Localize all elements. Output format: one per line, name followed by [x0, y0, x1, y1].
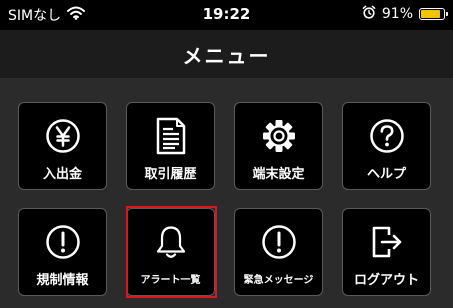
menu-item-logout[interactable]: ログアウト	[342, 208, 431, 296]
menu-item-regulation-info[interactable]: 規制情報	[18, 208, 107, 296]
menu-item-emergency-message[interactable]: 緊急メッセージ	[234, 208, 323, 296]
logout-icon	[367, 223, 407, 261]
menu-item-help[interactable]: ヘルプ	[342, 102, 431, 190]
alarm-icon	[362, 5, 376, 23]
bell-icon	[151, 223, 191, 261]
menu-item-label: 端末設定	[252, 167, 305, 182]
exclamation-icon	[259, 223, 299, 261]
yen-icon	[43, 117, 83, 155]
menu-item-label: アラート一覧	[140, 275, 201, 286]
status-right: 91%	[362, 5, 448, 23]
menu-item-label: 緊急メッセージ	[243, 275, 314, 286]
battery-icon	[419, 8, 448, 20]
menu-item-label: 取引履歴	[144, 167, 197, 182]
menu-item-label: 規制情報	[36, 273, 89, 288]
nav-bar: メニュー	[0, 30, 453, 78]
document-icon	[151, 117, 191, 155]
menu-item-label: ヘルプ	[366, 167, 406, 182]
menu-item-label: ログアウト	[353, 273, 419, 288]
menu-item-deposit-withdraw[interactable]: 入出金	[18, 102, 107, 190]
battery-percent: 91%	[381, 6, 413, 22]
gear-icon	[259, 117, 299, 155]
battery-level	[421, 10, 441, 18]
menu-item-transaction-history[interactable]: 取引履歴	[126, 102, 215, 190]
exclamation-icon	[43, 223, 83, 261]
status-bar: SIMなし 19:22 91%	[0, 0, 453, 30]
menu-item-device-settings[interactable]: 端末設定	[234, 102, 323, 190]
menu-item-alert-list[interactable]: アラート一覧	[126, 208, 215, 296]
question-icon	[367, 117, 407, 155]
page-title: メニュー	[182, 44, 271, 68]
menu-item-label: 入出金	[42, 167, 82, 182]
